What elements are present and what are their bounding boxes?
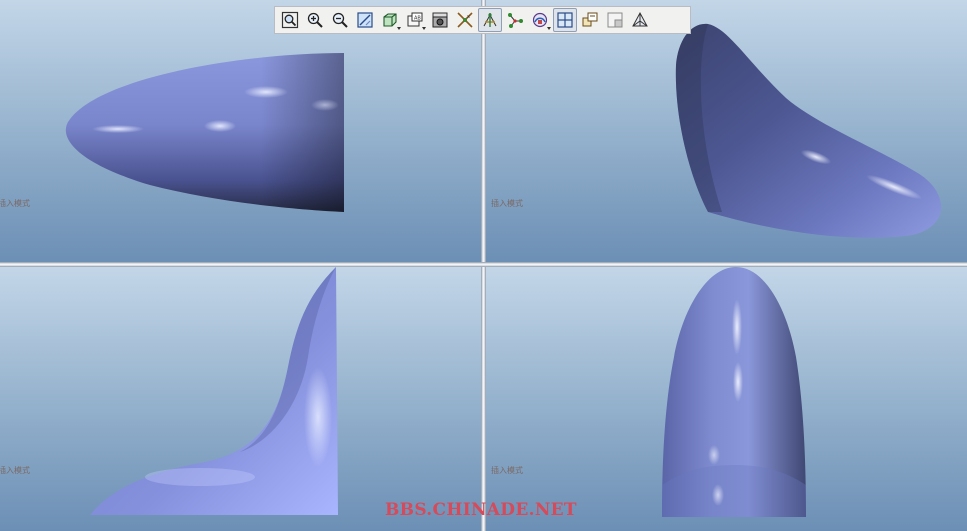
viewport-mode-label: 插入模式 [0, 466, 30, 475]
perspective-icon [632, 11, 648, 27]
saved-views-button[interactable]: AB [403, 8, 427, 32]
refit-icon [281, 11, 299, 29]
datum-planes-icon [483, 13, 497, 27]
viewport-top-right[interactable]: 插入模式 [486, 0, 967, 262]
viewport-top-left[interactable]: 插入模式 [0, 0, 481, 262]
viewport-mode-label: 插入模式 [0, 199, 30, 208]
svg-text:AB: AB [414, 16, 421, 22]
viewport-mode-label: 插入模式 [491, 199, 523, 208]
repaint-button[interactable] [353, 8, 377, 32]
perspective-button[interactable] [628, 8, 652, 32]
viewport-mode-label: 插入模式 [491, 466, 523, 475]
multi-viewport-button[interactable] [553, 8, 577, 32]
view-manager-button[interactable] [578, 8, 602, 32]
refit-button[interactable] [278, 8, 302, 32]
section-button[interactable] [603, 8, 627, 32]
viewport-bottom-right[interactable]: 插入模式 [486, 267, 967, 531]
surface-model-side-view [675, 23, 942, 238]
datum-planes-button[interactable] [478, 8, 502, 32]
multi-viewport-icon [557, 12, 573, 28]
watermark-text: BBS.CHINADE.NET [385, 500, 577, 520]
spin-center-button[interactable]: x [453, 8, 477, 32]
annotation-display-button[interactable] [528, 8, 552, 32]
camera-icon [432, 12, 448, 28]
surface-model-top-view [90, 267, 338, 515]
view-toolbar: AB x [274, 6, 691, 34]
viewport-splitter-horizontal[interactable] [0, 262, 967, 267]
viewport-bottom-left[interactable]: 插入模式 [0, 267, 481, 531]
svg-text:x: x [467, 14, 470, 20]
display-style-button[interactable] [378, 8, 402, 32]
surface-model-back-view [662, 267, 806, 517]
repaint-icon [357, 12, 373, 28]
surface-model-front-view [65, 53, 345, 212]
camera-button[interactable] [428, 8, 452, 32]
zoom-out-icon [332, 12, 348, 28]
section-icon [607, 12, 623, 28]
datum-points-button[interactable] [503, 8, 527, 32]
spin-center-icon: x [457, 12, 473, 28]
zoom-out-button[interactable] [328, 8, 352, 32]
view-manager-icon [582, 12, 598, 27]
zoom-in-icon [307, 12, 323, 28]
zoom-in-button[interactable] [303, 8, 327, 32]
datum-points-icon [508, 13, 523, 28]
